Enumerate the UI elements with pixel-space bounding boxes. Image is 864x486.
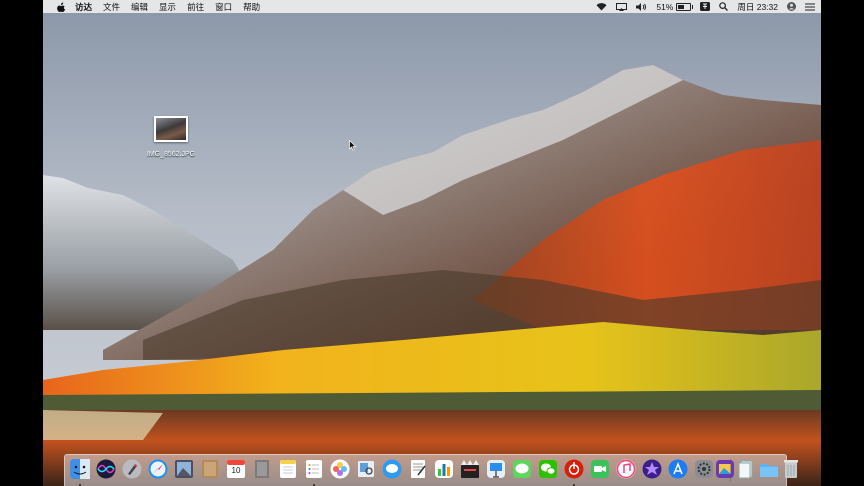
desktop-file-img-8562[interactable]: IMG_8562.JPG — [140, 116, 202, 158]
dock-photos[interactable] — [330, 459, 350, 479]
menu-go[interactable]: 前往 — [187, 1, 204, 13]
dock-system-preferences[interactable] — [694, 459, 714, 479]
dock: 10 — [64, 454, 798, 486]
dock-calendar[interactable]: 10 — [226, 459, 246, 479]
dock-sketch-grey[interactable] — [252, 459, 272, 479]
dock-folder[interactable] — [759, 459, 779, 479]
menu-file[interactable]: 文件 — [103, 1, 120, 13]
dock-app-store[interactable] — [668, 459, 688, 479]
dock-facetime[interactable] — [590, 459, 610, 479]
clock[interactable]: 周日 23:32 — [737, 1, 778, 13]
notebook-icon — [202, 460, 218, 478]
reminders-icon — [306, 460, 322, 478]
grey-document-icon — [255, 460, 269, 478]
menu-finder[interactable]: 访达 — [75, 1, 92, 13]
dock-reminders[interactable] — [304, 459, 324, 486]
dock-wechat[interactable] — [538, 459, 558, 479]
dock-launchpad[interactable] — [122, 459, 142, 479]
trash-icon — [784, 460, 798, 478]
airplay-icon[interactable] — [616, 2, 628, 11]
dock-final-cut[interactable] — [460, 459, 480, 479]
itunes-icon — [616, 459, 636, 479]
folder-icon — [760, 464, 778, 477]
notification-center-icon[interactable] — [805, 2, 815, 11]
clapperboard-icon — [461, 460, 479, 478]
dock-numbers[interactable] — [434, 459, 454, 479]
dock-siri[interactable] — [96, 459, 116, 479]
keynote-icon — [487, 460, 505, 478]
dock-safari[interactable] — [148, 459, 168, 479]
app-store-icon — [668, 459, 688, 479]
dock-preview[interactable] — [356, 459, 376, 479]
battery-percent: 51% — [656, 1, 674, 12]
battery-fill — [678, 4, 685, 9]
desktop-screen: 访达 文件 编辑 显示 前往 窗口 帮助 51% 周日 23:32 IMG_85… — [43, 0, 821, 486]
photos-icon — [330, 459, 350, 479]
dock-messages[interactable] — [512, 459, 532, 479]
calendar-day: 10 — [231, 466, 241, 475]
netease-music-icon — [564, 459, 584, 479]
wechat-icon — [539, 460, 557, 478]
dock-keynote[interactable] — [486, 459, 506, 479]
photo-booth-icon — [175, 460, 193, 478]
dock-downloads[interactable] — [736, 459, 756, 479]
dock-netease-music[interactable] — [564, 459, 584, 486]
document-stack-icon — [738, 460, 753, 479]
preview-icon — [358, 461, 374, 477]
user-icon[interactable] — [787, 2, 796, 11]
battery-status[interactable]: 51% — [656, 1, 694, 12]
menu-help[interactable]: 帮助 — [243, 1, 260, 13]
dock-photo-booth[interactable] — [174, 459, 194, 479]
siri-icon — [96, 459, 116, 479]
desktop-file-label: IMG_8562.JPG — [146, 151, 196, 158]
facetime-icon — [591, 460, 609, 478]
safari-icon — [148, 459, 168, 479]
finder-icon — [70, 459, 90, 479]
volume-icon[interactable] — [636, 2, 647, 11]
dock-blue-chat[interactable] — [382, 459, 402, 479]
launchpad-icon — [122, 459, 142, 479]
dock-notes-brown[interactable] — [200, 459, 220, 479]
dock-itunes[interactable] — [616, 459, 636, 479]
chat-bubble-icon — [382, 459, 402, 479]
dock-separator — [730, 459, 731, 481]
menu-bar: 访达 文件 编辑 显示 前往 窗口 帮助 51% 周日 23:32 — [43, 0, 821, 13]
mouse-cursor — [349, 140, 357, 151]
dock-photos-extra[interactable] — [715, 459, 735, 479]
dock-imovie-star[interactable] — [642, 459, 662, 479]
wifi-icon[interactable] — [596, 2, 607, 11]
messages-icon — [513, 460, 531, 478]
image-file-icon — [154, 116, 188, 142]
gear-icon — [695, 460, 713, 478]
numbers-icon — [435, 460, 453, 478]
spotlight-icon[interactable] — [719, 2, 729, 11]
dock-notes[interactable] — [278, 459, 298, 479]
battery-icon — [676, 2, 694, 11]
dock-textedit[interactable] — [408, 459, 428, 479]
wallpaper-high-sierra — [43, 0, 821, 486]
textedit-icon — [411, 460, 426, 478]
dock-trash[interactable] — [782, 459, 800, 479]
input-method-icon[interactable] — [700, 2, 711, 11]
notes-icon — [280, 460, 296, 478]
apple-icon[interactable] — [55, 2, 67, 12]
menu-window[interactable]: 窗口 — [215, 1, 232, 13]
menu-edit[interactable]: 编辑 — [131, 1, 148, 13]
star-icon — [642, 459, 662, 479]
menu-view[interactable]: 显示 — [159, 1, 176, 13]
dock-finder[interactable] — [70, 459, 90, 486]
photo-slideshow-icon — [716, 460, 734, 478]
